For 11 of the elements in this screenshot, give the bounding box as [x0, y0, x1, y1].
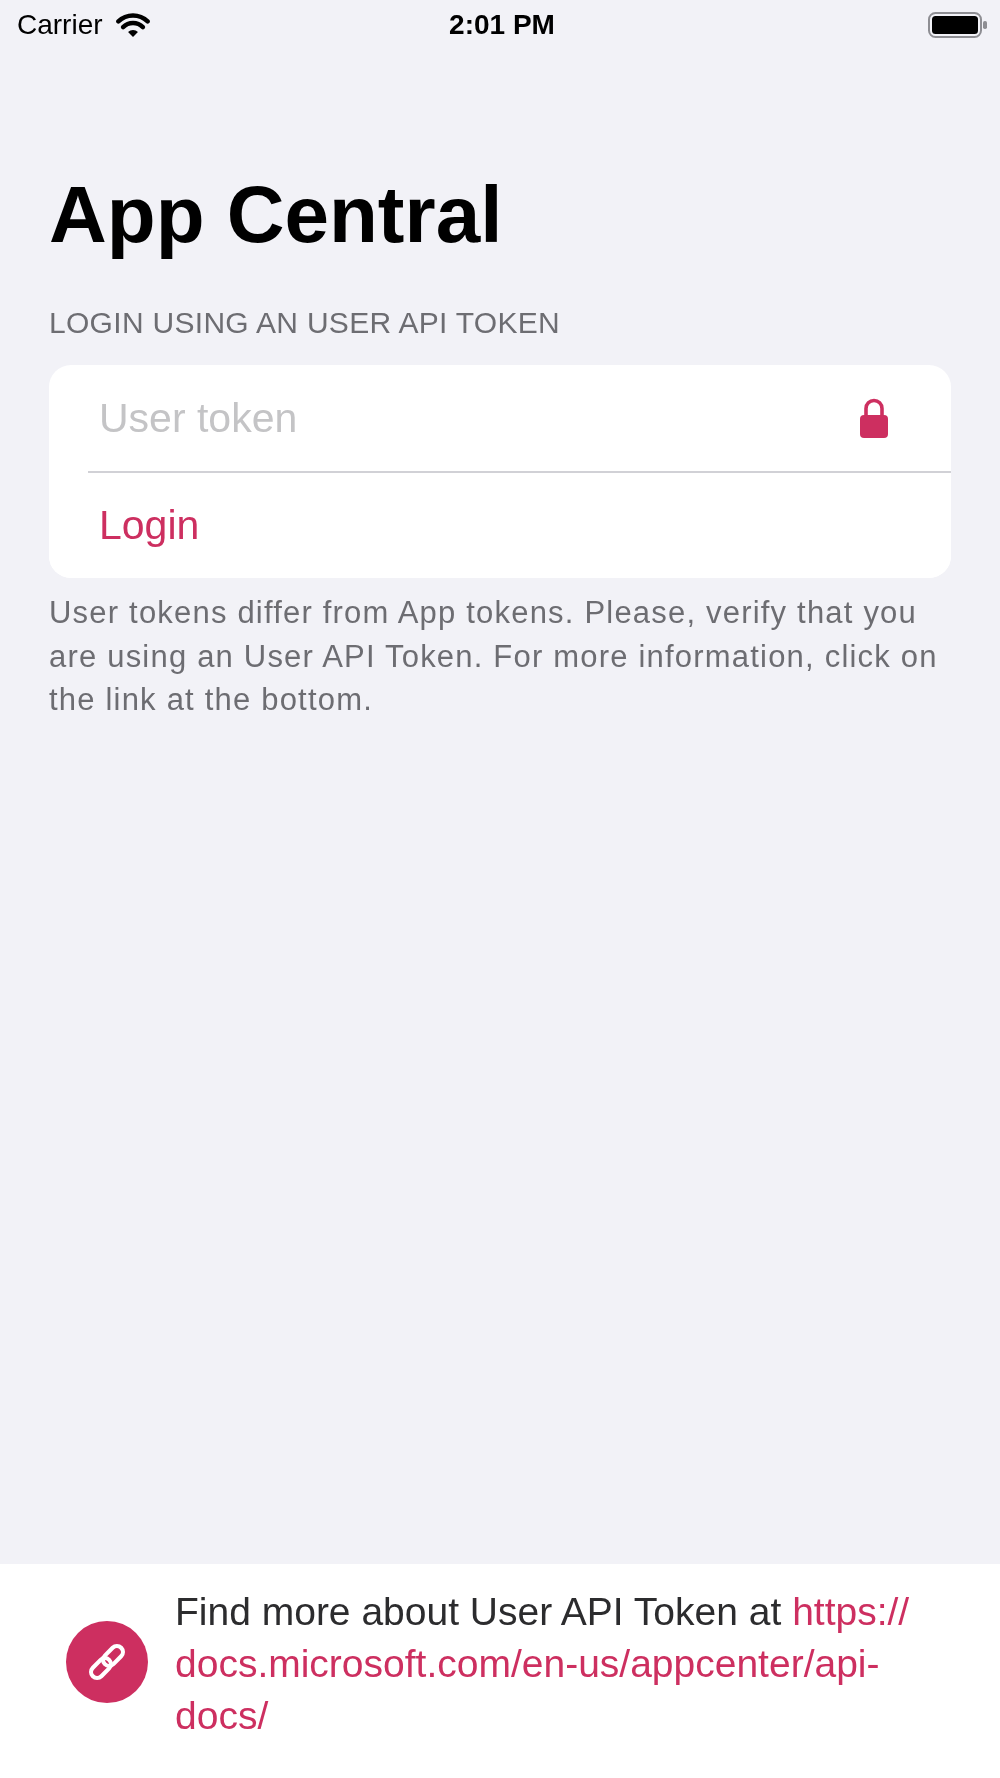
app-title: App Central [49, 169, 504, 261]
docs-link-text[interactable]: Find more about User API Token at https://docs.microsoft.com/en-us/appcenter/api-docs/ [175, 1586, 951, 1742]
lock-icon [860, 398, 888, 438]
clock-time: 2:01 PM [449, 9, 555, 40]
link-icon [66, 1621, 148, 1703]
section-header: LOGIN USING AN USER API TOKEN [49, 305, 562, 341]
info-text: User tokens differ from App tokens. Please, verify that you are using an User API Token. For more information, click on the link at the bottom. [49, 594, 939, 719]
battery-icon [928, 12, 987, 38]
wifi-icon [115, 11, 150, 39]
carrier-label: Carrier [17, 9, 103, 41]
token-input-field[interactable]: User token [99, 388, 840, 448]
